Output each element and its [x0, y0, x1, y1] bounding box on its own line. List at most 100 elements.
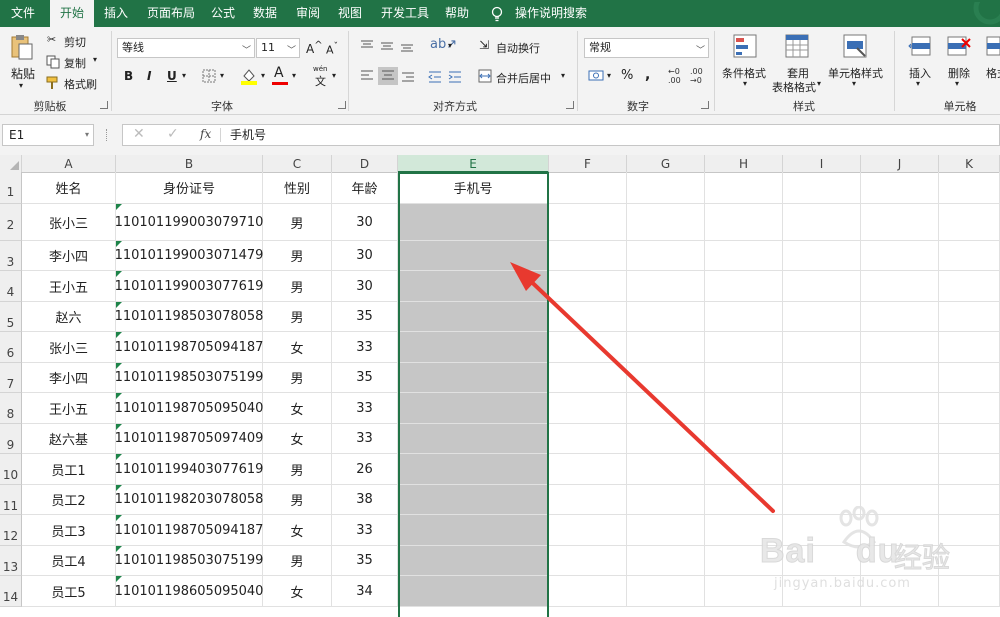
cell-name[interactable]: 张小三	[22, 204, 116, 241]
column-header-b[interactable]: B	[116, 155, 263, 173]
empty-cell[interactable]	[705, 424, 783, 454]
row-header-6[interactable]: 6	[0, 332, 22, 363]
cell-phone[interactable]	[398, 546, 549, 576]
italic-button[interactable]: I	[147, 69, 151, 83]
format-cells-button[interactable]: 格式	[986, 65, 1000, 81]
fill-color-dropdown-icon[interactable]: ▾	[261, 71, 265, 80]
row-header-2[interactable]: 2	[0, 204, 22, 241]
cell-phone[interactable]	[398, 576, 549, 607]
empty-cell[interactable]	[783, 454, 861, 485]
empty-cell[interactable]	[705, 204, 783, 241]
cell-age[interactable]: 30	[332, 204, 398, 241]
empty-cell[interactable]	[705, 363, 783, 393]
cell-gender[interactable]: 男	[263, 241, 332, 271]
cell-phone[interactable]	[398, 204, 549, 241]
increase-decimal-button[interactable]: ←0.00	[668, 67, 681, 85]
cell-id-number[interactable]: 110101198503075199	[115, 546, 263, 576]
empty-cell[interactable]	[549, 241, 627, 271]
cell-styles-icon[interactable]	[843, 34, 869, 60]
empty-cell[interactable]	[549, 424, 627, 454]
number-format-select[interactable]: 常规 ﹀	[584, 38, 709, 58]
empty-cell[interactable]	[627, 332, 705, 363]
empty-cell[interactable]	[861, 302, 939, 332]
cell-gender[interactable]: 男	[263, 546, 332, 576]
empty-cell[interactable]	[939, 332, 1000, 363]
merge-center-button[interactable]: 合并后居中	[496, 70, 551, 86]
empty-cell[interactable]	[939, 363, 1000, 393]
copy-button[interactable]: 复制	[64, 55, 86, 71]
fill-color-icon[interactable]	[240, 67, 258, 85]
empty-cell[interactable]	[861, 424, 939, 454]
formula-input-area[interactable]: ✕ ✓ fx 手机号	[122, 124, 1000, 146]
empty-cell[interactable]	[549, 576, 627, 607]
empty-cell[interactable]	[549, 271, 627, 302]
splitter-handle[interactable]	[106, 129, 108, 141]
format-as-table-button[interactable]: 表格格式	[772, 79, 816, 95]
empty-cell[interactable]	[549, 363, 627, 393]
shrink-font-button[interactable]: Aˇ	[326, 41, 338, 57]
empty-cell[interactable]	[705, 271, 783, 302]
cell-id-number[interactable]: 110101199403077619	[115, 454, 263, 485]
empty-cell[interactable]	[783, 271, 861, 302]
tab-help[interactable]: 帮助	[441, 0, 473, 27]
cell-age[interactable]: 30	[332, 271, 398, 302]
row-header-13[interactable]: 13	[0, 546, 22, 576]
empty-cell[interactable]	[939, 454, 1000, 485]
row-header-7[interactable]: 7	[0, 363, 22, 393]
empty-cell[interactable]	[627, 515, 705, 546]
empty-cell[interactable]	[783, 241, 861, 271]
row-header-3[interactable]: 3	[0, 241, 22, 271]
cell-age[interactable]: 33	[332, 332, 398, 363]
cell-phone[interactable]	[398, 271, 549, 302]
empty-cell[interactable]	[627, 363, 705, 393]
name-box[interactable]: E1 ▾	[2, 124, 94, 146]
row-header-9[interactable]: 9	[0, 424, 22, 454]
cell-name[interactable]: 王小五	[22, 271, 116, 302]
cell-gender[interactable]: 男	[263, 363, 332, 393]
empty-cell[interactable]	[705, 172, 783, 204]
merge-dropdown-icon[interactable]: ▾	[561, 71, 565, 80]
tell-me-search[interactable]: 操作说明搜索	[512, 0, 590, 27]
empty-cell[interactable]	[549, 393, 627, 424]
clipboard-launcher-icon[interactable]	[100, 101, 108, 109]
select-all-corner[interactable]	[0, 155, 22, 173]
cancel-x-icon[interactable]: ✕	[133, 126, 145, 142]
format-as-table-dropdown-icon[interactable]: ▾	[817, 79, 821, 88]
header-cell-age[interactable]: 年龄	[332, 172, 398, 204]
empty-cell[interactable]	[549, 332, 627, 363]
row-header-12[interactable]: 12	[0, 515, 22, 546]
cell-name[interactable]: 员工5	[22, 576, 116, 607]
cut-icon[interactable]: ✂	[47, 33, 56, 46]
format-painter-button[interactable]: 格式刷	[64, 76, 97, 92]
underline-button[interactable]: U	[167, 69, 177, 83]
row-header-11[interactable]: 11	[0, 485, 22, 515]
cell-gender[interactable]: 女	[263, 332, 332, 363]
empty-cell[interactable]	[939, 241, 1000, 271]
empty-cell[interactable]	[939, 271, 1000, 302]
format-as-table-icon[interactable]	[785, 34, 811, 60]
empty-cell[interactable]	[861, 454, 939, 485]
tab-insert[interactable]: 插入	[98, 0, 134, 27]
percent-button[interactable]: %	[621, 68, 633, 83]
header-cell-id-number[interactable]: 身份证号	[116, 172, 263, 204]
row-header-4[interactable]: 4	[0, 271, 22, 302]
cell-name[interactable]: 李小四	[22, 241, 116, 271]
number-launcher-icon[interactable]	[701, 101, 709, 109]
empty-cell[interactable]	[861, 271, 939, 302]
column-header-e[interactable]: E	[398, 155, 549, 173]
cell-id-number[interactable]: 110101198503075199	[115, 363, 263, 393]
cell-id-number[interactable]: 110101198503078058	[115, 302, 263, 332]
cell-phone[interactable]	[398, 454, 549, 485]
conditional-format-icon[interactable]	[733, 34, 759, 60]
cell-age[interactable]: 33	[332, 515, 398, 546]
empty-cell[interactable]	[783, 204, 861, 241]
row-header-14[interactable]: 14	[0, 576, 22, 607]
empty-cell[interactable]	[627, 302, 705, 332]
cell-name[interactable]: 李小四	[22, 363, 116, 393]
empty-cell[interactable]	[627, 485, 705, 515]
tab-data[interactable]: 数据	[249, 0, 281, 27]
cell-age[interactable]: 33	[332, 424, 398, 454]
empty-cell[interactable]	[549, 515, 627, 546]
cell-age[interactable]: 30	[332, 241, 398, 271]
empty-cell[interactable]	[549, 302, 627, 332]
